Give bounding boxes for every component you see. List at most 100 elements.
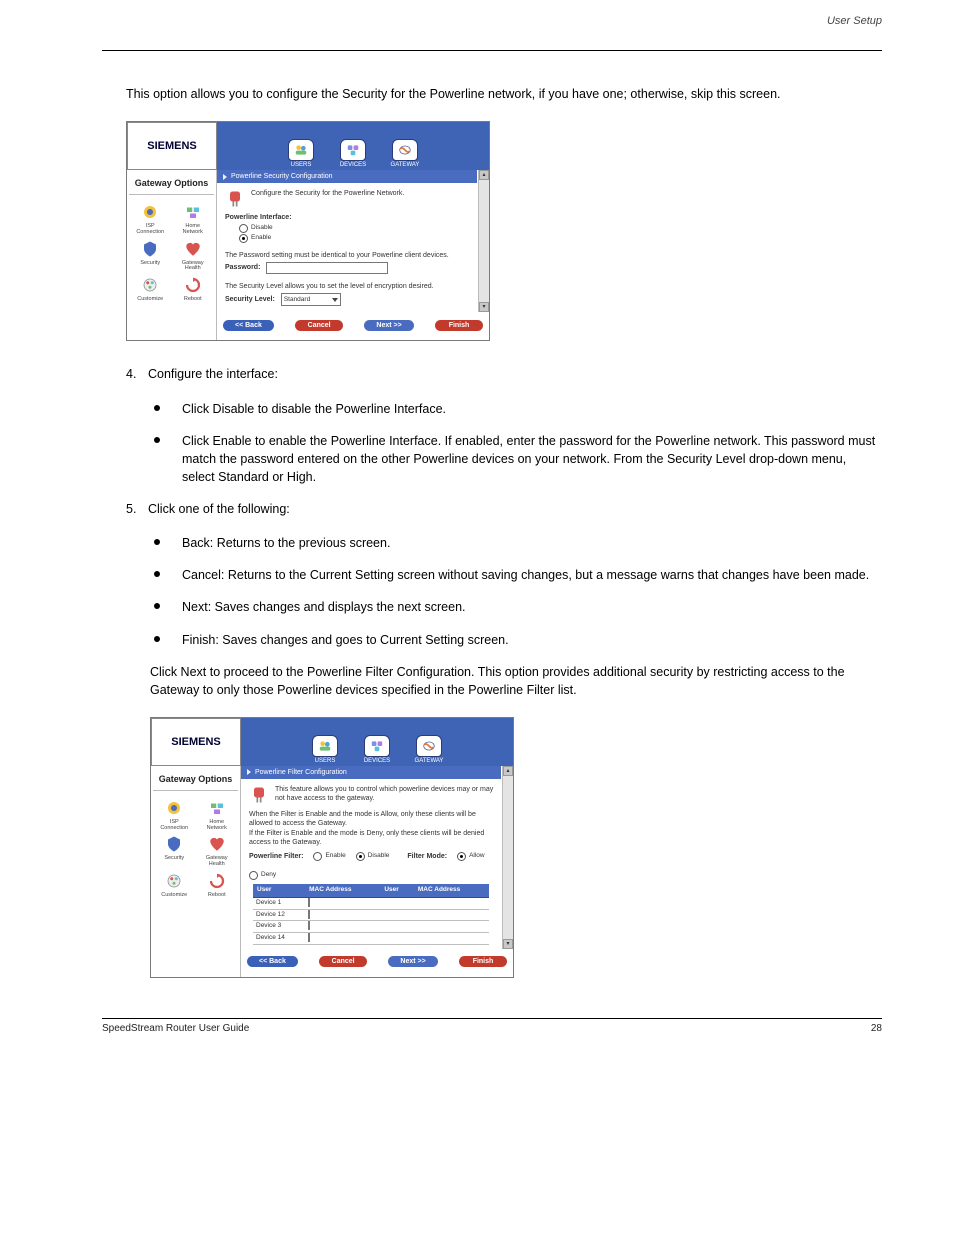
tab-devices[interactable]: DEVICES — [330, 139, 376, 168]
heart-icon — [205, 833, 229, 855]
siemens-logo: SIEMENS — [151, 718, 241, 766]
mac-input[interactable] — [308, 910, 310, 919]
password-input[interactable] — [266, 262, 388, 274]
siemens-logo: SIEMENS — [127, 122, 217, 170]
mac-input[interactable] — [308, 898, 310, 907]
users-icon — [312, 735, 338, 757]
section-intro: Configure the Security for the Powerline… — [251, 189, 404, 198]
step4-number: 4. — [126, 365, 148, 383]
powerline-icon — [225, 189, 245, 207]
step5-number: 5. — [126, 500, 148, 518]
footer-right: 28 — [871, 1023, 882, 1034]
bullet-icon — [154, 405, 160, 411]
radio-enable[interactable]: Enable — [239, 234, 471, 243]
tab-devices[interactable]: DEVICES — [354, 735, 400, 764]
bullet-icon — [154, 603, 160, 609]
shield-icon — [162, 833, 186, 855]
tab-gateway[interactable]: GATEWAY — [406, 735, 452, 764]
step5-bullet-finish: Finish: Saves changes and goes to Curren… — [182, 631, 509, 649]
step4-bullet-enable: Click Enable to enable the Powerline Int… — [182, 432, 882, 486]
sidebar-item-customize[interactable]: Customize — [129, 274, 172, 303]
mac-input[interactable] — [308, 921, 310, 930]
sidebar-item-security[interactable]: Security — [129, 238, 172, 273]
sidebar-item-isp[interactable]: ISP Connection — [153, 797, 196, 832]
tab-area: USERS DEVICES GATEWAY — [217, 122, 489, 170]
next-button[interactable]: Next >> — [364, 320, 413, 331]
scrollbar[interactable]: ▴ ▾ — [478, 170, 489, 312]
scroll-up-icon[interactable]: ▴ — [479, 170, 489, 180]
devices-icon — [340, 139, 366, 161]
step5-bullet-next: Next: Saves changes and displays the nex… — [182, 598, 466, 616]
app-topbar: SIEMENS USERS DEVICES GATEWAY — [151, 718, 513, 766]
tab-label: DEVICES — [330, 162, 376, 168]
radio-fm-deny[interactable]: Deny — [249, 871, 276, 880]
finish-button[interactable]: Finish — [459, 956, 507, 967]
radio-pf-enable[interactable]: Enable — [313, 852, 345, 861]
cancel-button[interactable]: Cancel — [295, 320, 343, 331]
step5-bullet-back: Back: Returns to the previous screen. — [182, 534, 390, 552]
radio-pf-disable[interactable]: Disable — [356, 852, 390, 861]
seclevel-select[interactable]: Standard — [281, 293, 341, 306]
filter-intro: This feature allows you to control which… — [275, 785, 495, 804]
table-row: Device 3 — [253, 921, 489, 933]
seclevel-label: Security Level: — [225, 295, 275, 304]
radio-icon — [249, 871, 258, 880]
sidebar-item-security[interactable]: Security — [153, 833, 196, 868]
mac-input[interactable] — [308, 933, 310, 942]
home-network-icon — [205, 797, 229, 819]
tab-area: USERS DEVICES GATEWAY — [241, 718, 513, 766]
finish-button[interactable]: Finish — [435, 320, 483, 331]
step4-text: Configure the interface: — [148, 365, 278, 383]
tab-users[interactable]: USERS — [302, 735, 348, 764]
sidebar-item-reboot[interactable]: Reboot — [172, 274, 215, 303]
scrollbar[interactable]: ▴ ▾ — [502, 766, 513, 949]
heart-icon — [181, 238, 205, 260]
sidebar-title: Gateway Options — [153, 770, 238, 791]
cancel-button[interactable]: Cancel — [319, 956, 367, 967]
section-header: Powerline Filter Configuration — [241, 766, 501, 779]
radio-icon — [239, 224, 248, 233]
tab-label: USERS — [278, 162, 324, 168]
scroll-down-icon[interactable]: ▾ — [503, 939, 513, 949]
bullet-icon — [154, 437, 160, 443]
table-row: Device 1 — [253, 897, 489, 909]
sidebar-item-isp[interactable]: ISP Connection — [129, 201, 172, 236]
caret-down-icon — [332, 298, 338, 302]
filter-table: User MAC Address User MAC Address Device… — [253, 884, 489, 945]
radio-fm-allow[interactable]: Allow — [457, 852, 485, 861]
pf-label: Powerline Filter: — [249, 852, 303, 861]
section-header: Powerline Security Configuration — [217, 170, 477, 183]
table-row: Device 14 — [253, 933, 489, 945]
sidebar-item-gateway-health[interactable]: Gateway Health — [196, 833, 239, 868]
back-button[interactable]: << Back — [223, 320, 274, 331]
radio-selected-icon — [457, 852, 466, 861]
step5-lead: Click one of the following: — [148, 500, 290, 518]
sidebar-item-home-network[interactable]: Home Network — [172, 201, 215, 236]
bullet-icon — [154, 571, 160, 577]
step4-bullet-disable: Click Disable to disable the Powerline I… — [182, 400, 446, 418]
sidebar-item-home-network[interactable]: Home Network — [196, 797, 239, 832]
tab-gateway[interactable]: GATEWAY — [382, 139, 428, 168]
app-topbar: SIEMENS USERS DEVICES — [127, 122, 489, 170]
tab-users[interactable]: USERS — [278, 139, 324, 168]
content-panel: ▴ ▾ Powerline Security Configuration — [217, 170, 489, 340]
page-header-right: User Setup — [827, 15, 882, 27]
gateway-icon — [416, 735, 442, 757]
content-panel: ▴ ▾ Powerline Filter Configuration This … — [241, 766, 513, 977]
sidebar-item-customize[interactable]: Customize — [153, 870, 196, 899]
palette-icon — [162, 870, 186, 892]
back-button[interactable]: << Back — [247, 956, 298, 967]
sidebar-item-reboot[interactable]: Reboot — [196, 870, 239, 899]
next-button[interactable]: Next >> — [388, 956, 437, 967]
palette-icon — [138, 274, 162, 296]
sidebar-item-gateway-health[interactable]: Gateway Health — [172, 238, 215, 273]
password-label: Password: — [225, 263, 260, 272]
reboot-icon — [181, 274, 205, 296]
sidebar: Gateway Options ISP Connection Home Netw… — [127, 170, 217, 340]
footer-left: SpeedStream Router User Guide — [102, 1023, 249, 1034]
wizard-nav: << Back Cancel Next >> Finish — [241, 951, 513, 977]
step5-bullet-cancel: Cancel: Returns to the Current Setting s… — [182, 566, 869, 584]
scroll-up-icon[interactable]: ▴ — [503, 766, 513, 776]
scroll-down-icon[interactable]: ▾ — [479, 302, 489, 312]
radio-disable[interactable]: Disable — [239, 224, 471, 233]
